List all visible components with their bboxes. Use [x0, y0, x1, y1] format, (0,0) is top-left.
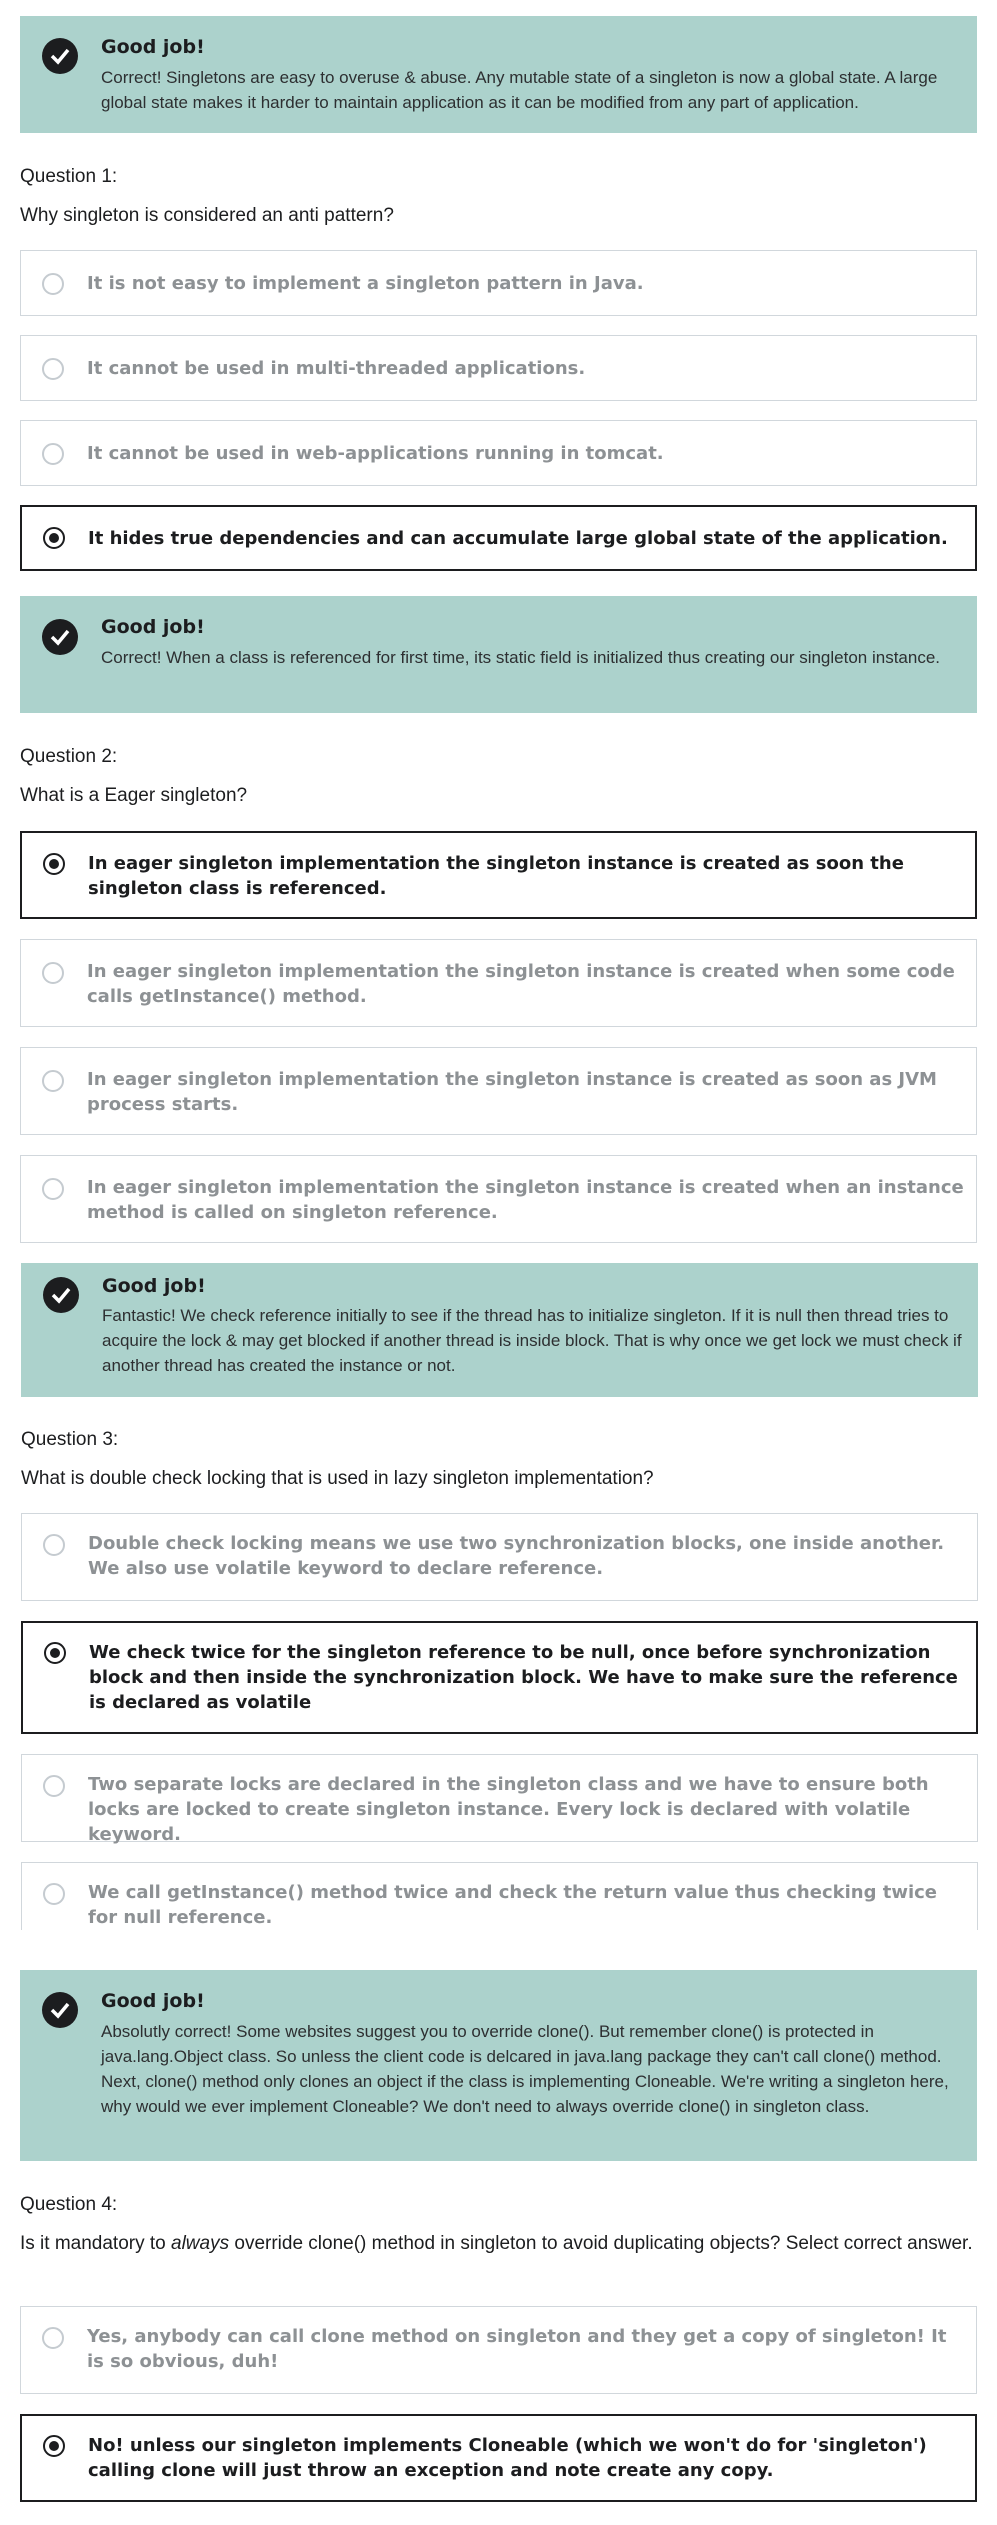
answer-option[interactable]: It cannot be used in web-applications ru… [20, 420, 977, 486]
question-text: What is a Eager singleton? [20, 785, 248, 806]
answer-option[interactable]: Double check locking means we use two sy… [21, 1513, 978, 1601]
answer-option[interactable]: Yes, anybody can call clone method on si… [20, 2306, 977, 2394]
question-text: Why singleton is considered an anti patt… [20, 205, 394, 226]
feedback-message: Fantastic! We check reference initially … [102, 1306, 962, 1375]
radio-button-checked[interactable] [43, 527, 65, 549]
feedback-banner: Good job! Correct! When a class is refer… [20, 596, 977, 713]
radio-button[interactable] [42, 2327, 64, 2349]
feedback-title: Good job! [101, 1990, 205, 2012]
question-text-start: Is it mandatory to [20, 2233, 172, 2254]
answer-option-selected[interactable]: We check twice for the singleton referen… [21, 1621, 978, 1734]
option-label: In eager singleton implementation the si… [87, 1069, 937, 1115]
option-label: Double check locking means we use two sy… [88, 1533, 945, 1579]
check-circle-icon [42, 38, 78, 74]
option-label: It cannot be used in multi-threaded appl… [87, 358, 586, 379]
feedback-message: Absolutly correct! Some websites suggest… [101, 2022, 949, 2116]
answer-option[interactable]: In eager singleton implementation the si… [20, 1155, 977, 1243]
option-label: It cannot be used in web-applications ru… [87, 443, 664, 464]
option-label: We check twice for the singleton referen… [89, 1642, 958, 1713]
option-label: It is not easy to implement a singleton … [87, 273, 644, 294]
answer-option[interactable]: It cannot be used in multi-threaded appl… [20, 335, 977, 401]
answer-option[interactable]: Two separate locks are declared in the s… [21, 1754, 978, 1845]
radio-button[interactable] [42, 1178, 64, 1200]
feedback-banner: Good job! Fantastic! We check reference … [21, 1263, 978, 1397]
question-text: Is it mandatory to always override clone… [20, 2230, 975, 2258]
question-number: Question 3: [21, 1429, 119, 1450]
feedback-message: Correct! Singletons are easy to overuse … [101, 68, 938, 112]
check-circle-icon [42, 619, 78, 655]
answer-option-selected[interactable]: In eager singleton implementation the si… [20, 831, 977, 919]
radio-button[interactable] [42, 443, 64, 465]
option-label: In eager singleton implementation the si… [88, 853, 904, 899]
radio-button[interactable] [42, 1070, 64, 1092]
question-number: Question 2: [20, 746, 118, 767]
radio-button[interactable] [42, 962, 64, 984]
option-label: Two separate locks are declared in the s… [88, 1774, 929, 1845]
radio-button-checked[interactable] [44, 1642, 66, 1664]
feedback-title: Good job! [102, 1275, 206, 1297]
option-label: No! unless our singleton implements Clon… [88, 2435, 927, 2481]
radio-button-checked[interactable] [43, 2435, 65, 2457]
answer-option-selected[interactable]: It hides true dependencies and can accum… [20, 505, 977, 571]
radio-button[interactable] [42, 358, 64, 380]
option-label: Yes, anybody can call clone method on si… [87, 2326, 947, 2372]
question-text-end: override clone() method in singleton to … [229, 2233, 973, 2254]
feedback-banner: Good job! Absolutly correct! Some websit… [20, 1970, 977, 2161]
option-label: We call getInstance() method twice and c… [88, 1882, 938, 1928]
radio-button[interactable] [43, 1534, 65, 1556]
answer-option-selected[interactable]: No! unless our singleton implements Clon… [20, 2414, 977, 2502]
radio-button[interactable] [43, 1883, 65, 1905]
radio-button[interactable] [43, 1775, 65, 1797]
option-label: In eager singleton implementation the si… [87, 1177, 964, 1223]
answer-option[interactable]: It is not easy to implement a singleton … [20, 250, 977, 316]
option-label: In eager singleton implementation the si… [87, 961, 955, 1007]
question-text: What is double check locking that is use… [21, 1468, 654, 1489]
check-circle-icon [42, 1992, 78, 2028]
radio-button-checked[interactable] [43, 853, 65, 875]
option-label: It hides true dependencies and can accum… [88, 528, 948, 549]
question-number: Question 4: [20, 2194, 118, 2215]
answer-option[interactable]: In eager singleton implementation the si… [20, 1047, 977, 1135]
radio-button[interactable] [42, 273, 64, 295]
feedback-message: Correct! When a class is referenced for … [101, 648, 941, 667]
question-number: Question 1: [20, 166, 118, 187]
feedback-title: Good job! [101, 36, 205, 58]
check-circle-icon [43, 1277, 79, 1313]
question-text-emphasis: always [171, 2233, 230, 2254]
feedback-title: Good job! [101, 616, 205, 638]
scroll-clip [0, 1930, 997, 1970]
feedback-banner: Good job! Correct! Singletons are easy t… [20, 16, 977, 133]
answer-option[interactable]: In eager singleton implementation the si… [20, 939, 977, 1027]
